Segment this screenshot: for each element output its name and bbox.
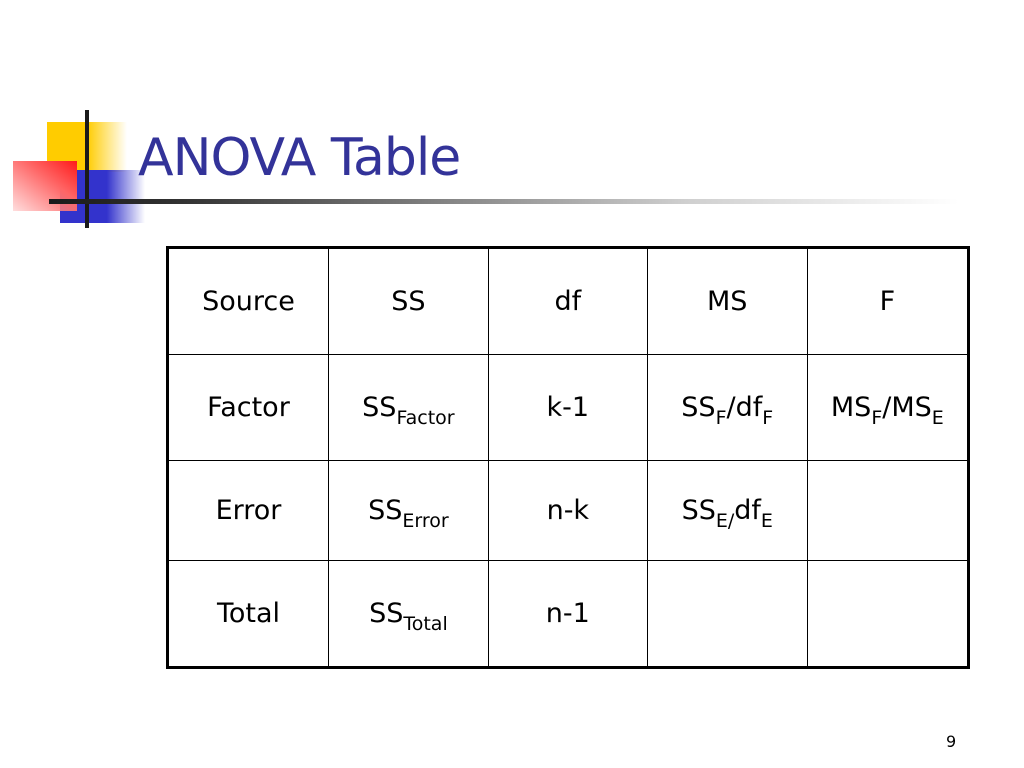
- ms-denominator-subscript: E: [760, 510, 773, 532]
- ss-main: SS: [368, 495, 403, 526]
- decorative-vertical-line: [85, 110, 89, 228]
- cell-f: MSF/MSE: [806, 354, 970, 461]
- header-f: F: [806, 247, 970, 355]
- header-ms: MS: [646, 247, 808, 355]
- cell-ss: SSError: [327, 460, 489, 561]
- page-number: 9: [946, 732, 957, 751]
- table-row-total: Total SSTotal n-1: [167, 560, 970, 668]
- title-underline-rule: [49, 199, 959, 204]
- ms-denominator-subscript: F: [762, 407, 774, 429]
- f-numerator-subscript: F: [871, 407, 883, 429]
- ss-subscript: Error: [402, 510, 449, 532]
- cell-source: Factor: [167, 354, 329, 461]
- header-source: Source: [167, 247, 329, 355]
- cell-ms: SSE/dfE: [646, 460, 808, 561]
- f-denominator-subscript: E: [931, 407, 944, 429]
- table-row-factor: Factor SSFactor k-1 SSF/dfF MSF/MSE: [167, 354, 970, 461]
- anova-table: Source SS df MS F Factor SSFactor k-1 SS…: [166, 246, 970, 669]
- cell-source: Error: [167, 460, 329, 561]
- header-df: df: [487, 247, 648, 355]
- slide-title: ANOVA Table: [138, 128, 461, 188]
- cell-ms: SSF/dfF: [646, 354, 808, 461]
- cell-f-empty: [806, 460, 970, 561]
- cell-source: Total: [167, 560, 329, 668]
- cell-ms-empty: [646, 560, 808, 668]
- ss-main: SS: [369, 598, 404, 629]
- cell-df: n-k: [487, 460, 648, 561]
- cell-ss: SSFactor: [327, 354, 489, 461]
- cell-df: n-1: [487, 560, 648, 668]
- ms-numerator-subscript: F: [715, 407, 727, 429]
- ms-numerator: SS: [681, 495, 716, 526]
- ss-subscript: Factor: [396, 407, 455, 429]
- ms-denominator: df: [735, 392, 763, 423]
- header-ss: SS: [327, 247, 489, 355]
- cell-f-empty: [806, 560, 970, 668]
- ss-subscript: Total: [403, 613, 448, 635]
- f-numerator: MS: [830, 392, 872, 423]
- cell-ss: SSTotal: [327, 560, 489, 668]
- f-denominator: MS: [891, 392, 932, 423]
- table-row-error: Error SSError n-k SSE/dfE: [167, 460, 970, 561]
- table-header-row: Source SS df MS F: [167, 247, 970, 355]
- ms-numerator: SS: [681, 392, 716, 423]
- f-separator: /: [882, 392, 892, 423]
- ms-numerator-subscript: E/: [715, 510, 735, 532]
- ms-separator: /: [726, 392, 736, 423]
- cell-df: k-1: [487, 354, 648, 461]
- ss-main: SS: [362, 392, 397, 423]
- ms-denominator: df: [734, 495, 761, 526]
